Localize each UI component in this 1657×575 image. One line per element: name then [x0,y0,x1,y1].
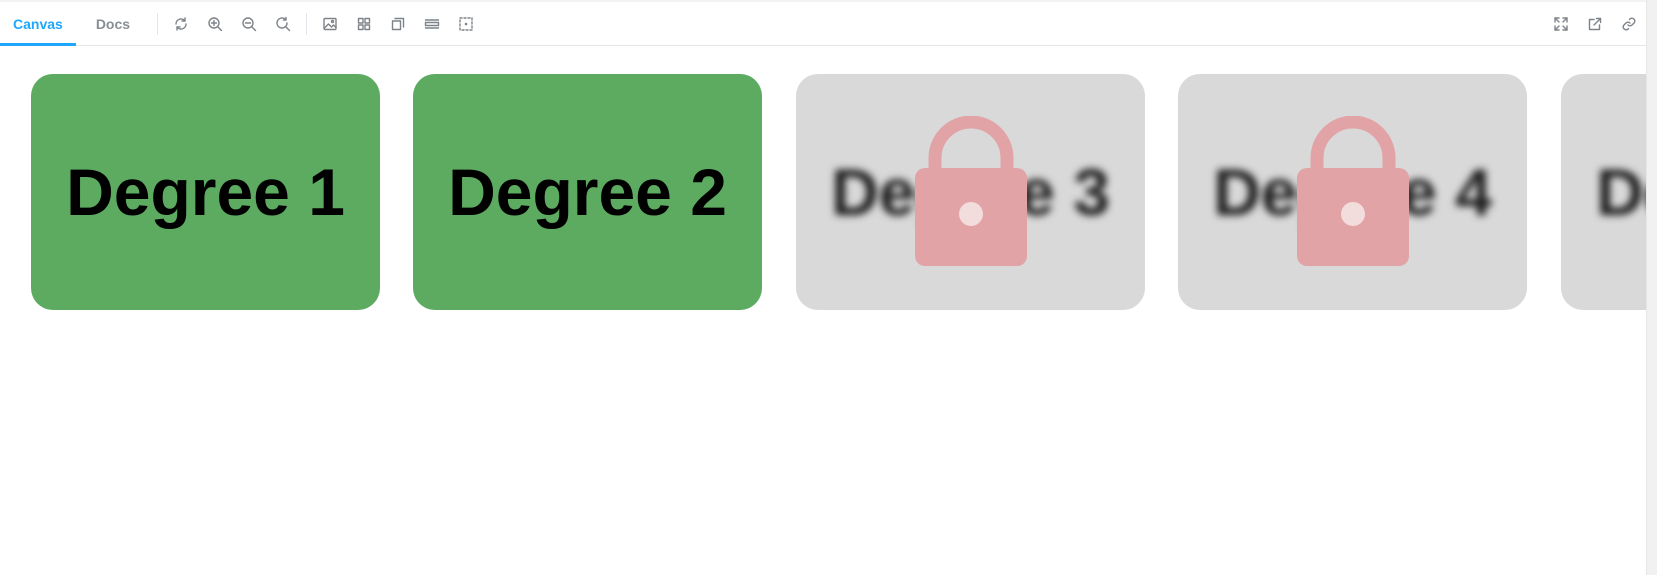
open-new-tab-icon[interactable] [1578,7,1612,41]
right-tools [1544,7,1646,41]
tab-bar: Canvas Docs [0,2,143,46]
degree-card-label: Degree 1 [66,155,345,229]
degree-card-1[interactable]: Degree 1 [31,74,380,310]
fullscreen-icon[interactable] [1544,7,1578,41]
copy-link-icon[interactable] [1612,7,1646,41]
degree-card-label: Degree 2 [448,155,727,229]
toolbar-divider [157,12,159,35]
degree-card-3[interactable]: Degree 3 [796,74,1145,310]
background-icon[interactable] [313,7,347,41]
zoom-out-icon[interactable] [232,7,266,41]
toolbar-divider [306,12,308,35]
degree-card-5[interactable]: Degree 5 [1561,74,1646,310]
vertical-scrollbar[interactable] [1646,0,1657,575]
degree-card-4[interactable]: Degree 4 [1178,74,1527,310]
zoom-in-icon[interactable] [198,7,232,41]
lock-icon [1296,116,1409,266]
tab-docs[interactable]: Docs [83,2,143,45]
storybook-frame: Canvas Docs Degree 1 Degree 2 3 4 D [0,0,1657,575]
lock-icon [914,116,1027,266]
grid-icon[interactable] [347,7,381,41]
reload-icon[interactable] [164,7,198,41]
viewport-icon[interactable] [381,7,415,41]
preview-canvas: Degree 1 Degree 2 Degree 3 Degree 4 Degr… [0,47,1646,575]
degree-card-label: Degree 5 [1596,155,1646,229]
reset-zoom-icon[interactable] [266,7,300,41]
measure-icon[interactable] [415,7,449,41]
outline-icon[interactable] [449,7,483,41]
degree-card-2[interactable]: Degree 2 [413,74,762,310]
toolbar: Canvas Docs [0,2,1646,46]
tab-canvas[interactable]: Canvas [0,2,76,46]
